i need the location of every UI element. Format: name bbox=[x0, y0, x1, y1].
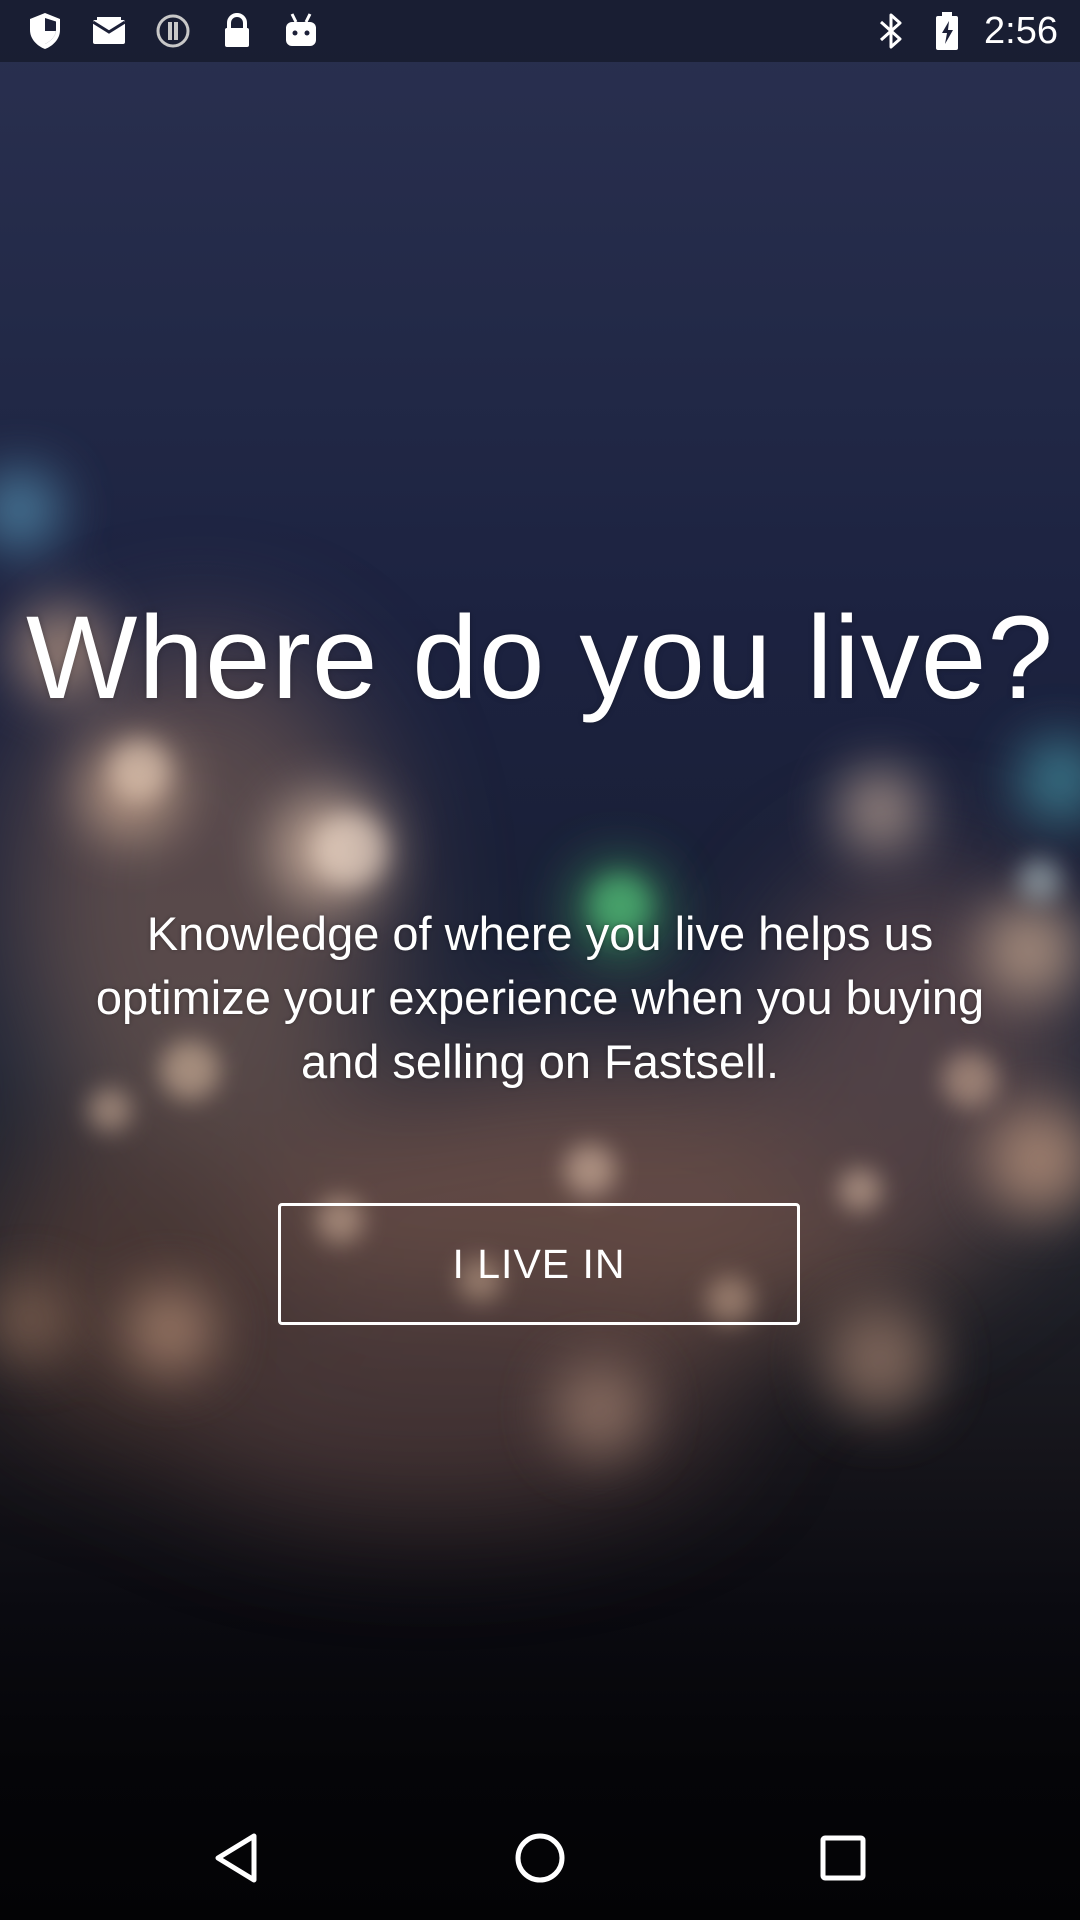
page-title: Where do you live? bbox=[25, 592, 1055, 724]
status-icons-left bbox=[26, 10, 320, 52]
back-icon bbox=[215, 1833, 257, 1883]
email-icon bbox=[90, 12, 128, 50]
home-icon bbox=[515, 1833, 565, 1883]
status-icons-right: 2:56 bbox=[872, 10, 1058, 52]
android-icon bbox=[282, 12, 320, 50]
navigation-bar bbox=[0, 1792, 1080, 1920]
lock-icon bbox=[218, 12, 256, 50]
clock: 2:56 bbox=[984, 9, 1058, 52]
screen: 2:56 Where do you live? Knowledge of whe… bbox=[0, 0, 1080, 1920]
description-text: Knowledge of where you live helps us opt… bbox=[95, 907, 985, 1088]
recents-button[interactable] bbox=[801, 1816, 885, 1900]
recents-icon bbox=[820, 1835, 866, 1881]
info-icon bbox=[154, 12, 192, 50]
status-bar: 2:56 bbox=[0, 0, 1080, 62]
home-button[interactable] bbox=[498, 1816, 582, 1900]
shield-icon bbox=[26, 12, 64, 50]
back-button[interactable] bbox=[195, 1816, 279, 1900]
battery-icon bbox=[928, 12, 966, 50]
bluetooth-icon bbox=[872, 12, 910, 50]
i-live-in-button[interactable]: I LIVE IN bbox=[278, 1203, 800, 1325]
